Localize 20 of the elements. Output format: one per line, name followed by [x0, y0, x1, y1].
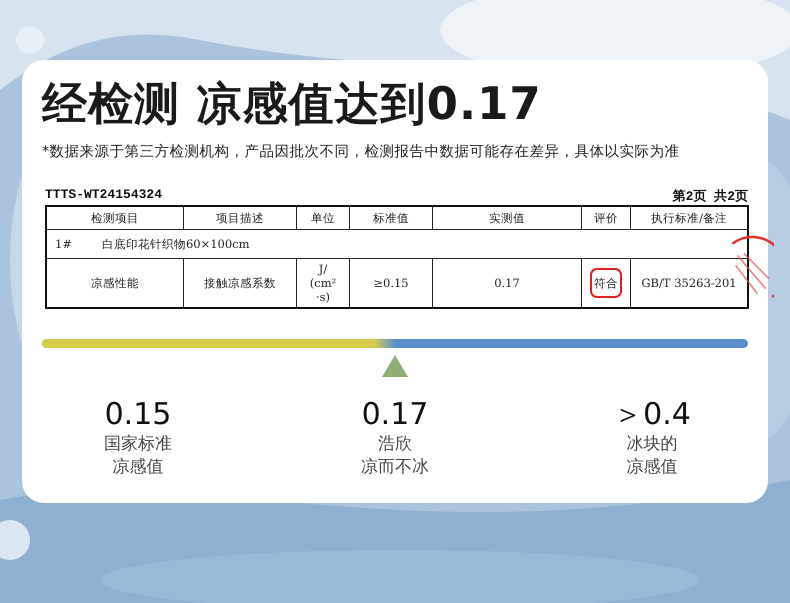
- headline: 经检测 凉感值达到0.17: [42, 76, 543, 132]
- column-header: 实测值: [432, 206, 582, 230]
- column-header: 项目描述: [184, 206, 296, 230]
- page-number: 第2页 共2页: [672, 188, 748, 205]
- value-label: 凉感值: [112, 456, 164, 479]
- value-text: ＞0.4: [613, 397, 691, 433]
- circled-result: 符合: [590, 268, 622, 298]
- column-header: 评价: [582, 206, 630, 230]
- report-number: TTTS-WT24154324: [45, 187, 162, 204]
- value-text: 0.15: [104, 397, 172, 433]
- value-label: 冰块的: [626, 433, 678, 456]
- disclaimer-note: *数据来源于第三方检测机构，产品因批次不同，检测报告中数据可能存在差异，具体以实际为准: [42, 142, 680, 161]
- column-header: 单位: [296, 206, 350, 230]
- value-label: 国家标准: [104, 433, 172, 456]
- value-label: 凉而不冰: [361, 456, 429, 479]
- column-header: 标准值: [350, 206, 432, 230]
- value-text: 0.17: [362, 397, 428, 433]
- column-header: 检测项目: [46, 206, 184, 230]
- value-label: 浩欣: [378, 433, 412, 456]
- value-label: 凉感值: [626, 456, 678, 479]
